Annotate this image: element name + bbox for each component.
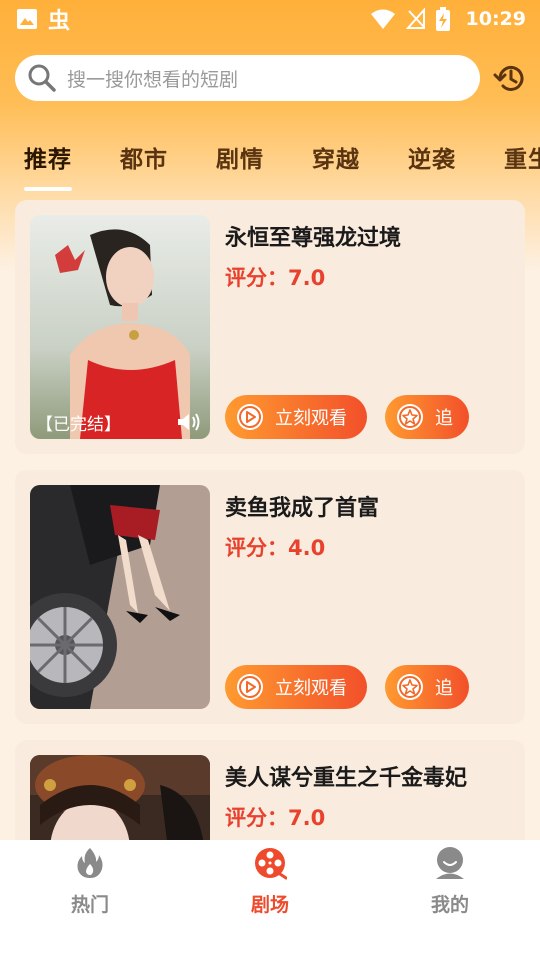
tab-recommend[interactable]: 推荐 bbox=[24, 140, 72, 174]
star-icon bbox=[397, 404, 423, 430]
drama-title: 美人谋兮重生之千金毒妃 bbox=[225, 766, 468, 791]
app-glyph: 虫 bbox=[48, 9, 71, 34]
user-icon bbox=[436, 847, 464, 879]
watch-now-button[interactable]: 立刻观看 bbox=[225, 665, 367, 709]
drama-card[interactable]: 【已完结】 永恒至尊强龙过境 评分：7.0 立刻观看 追 bbox=[15, 200, 525, 454]
nav-theater[interactable]: 剧场 bbox=[210, 846, 330, 926]
watch-now-button[interactable]: 立刻观看 bbox=[225, 395, 367, 439]
flame-icon bbox=[77, 848, 103, 878]
follow-button[interactable]: 追 bbox=[385, 665, 469, 709]
history-icon[interactable] bbox=[493, 61, 527, 95]
drama-rating: 评分：4.0 bbox=[225, 536, 326, 560]
poster-image bbox=[30, 215, 210, 439]
search-icon bbox=[28, 64, 56, 92]
follow-button[interactable]: 追 bbox=[385, 395, 469, 439]
sound-icon[interactable] bbox=[176, 411, 202, 433]
drama-thumbnail[interactable] bbox=[30, 755, 210, 840]
category-tabs: 推荐 都市 剧情 穿越 逆袭 重生 bbox=[0, 128, 540, 194]
poster-image bbox=[30, 485, 210, 709]
tab-city[interactable]: 都市 bbox=[120, 140, 168, 174]
battery-charging-icon bbox=[435, 7, 450, 31]
drama-list: 【已完结】 永恒至尊强龙过境 评分：7.0 立刻观看 追 卖鱼我成了首富 评分：… bbox=[0, 200, 540, 840]
follow-label: 追 bbox=[435, 678, 453, 699]
nav-hot-label: 热门 bbox=[70, 894, 109, 916]
drama-title: 永恒至尊强龙过境 bbox=[225, 226, 402, 251]
wifi-icon bbox=[370, 9, 395, 29]
drama-title: 卖鱼我成了首富 bbox=[225, 496, 380, 521]
bottom-navigation: 热门 剧场 我的 bbox=[0, 840, 540, 960]
drama-rating: 评分：7.0 bbox=[225, 806, 326, 830]
no-signal-icon bbox=[405, 8, 425, 29]
clock: 10:29 bbox=[465, 8, 526, 30]
tab-rebirth[interactable]: 重生 bbox=[504, 140, 540, 174]
nav-theater-label: 剧场 bbox=[250, 894, 289, 916]
gallery-icon bbox=[17, 9, 37, 29]
nav-hot[interactable]: 热门 bbox=[30, 846, 150, 926]
watch-now-label: 立刻观看 bbox=[275, 678, 347, 699]
tab-drama[interactable]: 剧情 bbox=[216, 140, 264, 174]
follow-label: 追 bbox=[435, 408, 453, 429]
tab-comeback[interactable]: 逆袭 bbox=[408, 140, 456, 174]
drama-rating: 评分：7.0 bbox=[225, 266, 326, 290]
play-icon bbox=[237, 674, 263, 700]
drama-card[interactable]: 卖鱼我成了首富 评分：4.0 立刻观看 追 bbox=[15, 470, 525, 724]
star-icon bbox=[397, 674, 423, 700]
drama-card[interactable]: 美人谋兮重生之千金毒妃 评分：7.0 bbox=[15, 740, 525, 840]
status-bar: 虫 10:29 bbox=[0, 0, 540, 38]
drama-thumbnail[interactable]: 【已完结】 bbox=[30, 215, 210, 439]
completed-badge: 【已完结】 bbox=[36, 415, 121, 435]
film-reel-icon bbox=[255, 848, 287, 880]
search-placeholder: 搜一搜你想看的短剧 bbox=[67, 68, 239, 91]
watch-now-label: 立刻观看 bbox=[275, 408, 347, 429]
tab-time-travel[interactable]: 穿越 bbox=[312, 140, 360, 174]
tab-active-indicator bbox=[24, 187, 72, 191]
nav-profile-label: 我的 bbox=[430, 894, 469, 916]
poster-image bbox=[30, 755, 210, 840]
search-input[interactable]: 搜一搜你想看的短剧 bbox=[15, 55, 480, 101]
nav-profile[interactable]: 我的 bbox=[390, 846, 510, 926]
play-icon bbox=[237, 404, 263, 430]
drama-thumbnail[interactable] bbox=[30, 485, 210, 709]
